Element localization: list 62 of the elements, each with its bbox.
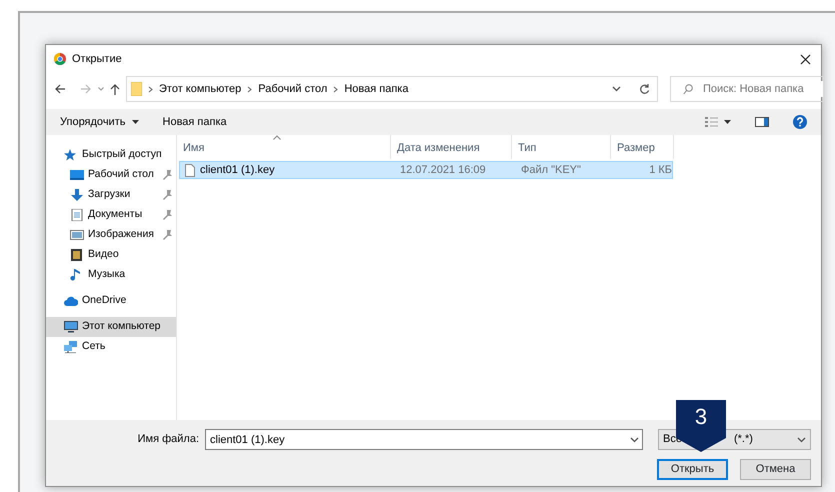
browser-logo-icon bbox=[54, 53, 66, 65]
pin-icon bbox=[163, 230, 172, 240]
dialog-title: Открытие bbox=[72, 52, 122, 67]
folder-icon bbox=[131, 82, 142, 96]
back-arrow-icon[interactable] bbox=[54, 84, 66, 94]
step-number: 3 bbox=[694, 406, 708, 428]
star-icon bbox=[64, 149, 78, 161]
chevron-icon bbox=[247, 86, 252, 92]
sidebar-item[interactable]: OneDrive bbox=[46, 291, 176, 311]
file-size: 1 КБ bbox=[648, 162, 672, 178]
address-bar[interactable]: Этот компьютер Рабочий стол Новая папка bbox=[126, 76, 658, 102]
search-icon bbox=[683, 84, 693, 94]
filename-field[interactable]: client01 (1).key bbox=[205, 429, 643, 450]
chevron-icon bbox=[148, 86, 153, 92]
file-row[interactable]: client01 (1).key 12.07.2021 16:09 Файл "KEY" 1 КБ bbox=[179, 161, 673, 179]
sidebar-item[interactable]: Изображения bbox=[46, 225, 176, 245]
help-icon[interactable] bbox=[793, 115, 807, 129]
dropdown-caret-icon bbox=[797, 436, 806, 442]
sidebar-item[interactable]: Сеть bbox=[46, 337, 176, 357]
cancel-button[interactable]: Отмена bbox=[740, 459, 811, 480]
close-icon[interactable] bbox=[800, 54, 811, 64]
computer-icon bbox=[64, 321, 78, 333]
film-icon bbox=[70, 249, 84, 261]
search-field[interactable]: Поиск: Новая папка bbox=[670, 76, 824, 102]
pin-icon bbox=[163, 170, 172, 180]
breadcrumb-item[interactable]: Рабочий стол bbox=[258, 80, 328, 98]
sidebar-item[interactable]: Этот компьютер bbox=[46, 317, 176, 337]
column-header[interactable]: Дата изменения bbox=[391, 135, 512, 159]
caret-icon bbox=[132, 120, 139, 124]
breadcrumb-item[interactable]: Этот компьютер bbox=[159, 80, 242, 98]
sidebar-item[interactable]: Музыка bbox=[46, 265, 176, 285]
sidebar-item[interactable]: Рабочий стол bbox=[46, 165, 176, 185]
network-icon bbox=[64, 341, 78, 353]
monitor-icon bbox=[70, 169, 84, 181]
pin-icon bbox=[163, 190, 172, 200]
document-icon bbox=[70, 209, 84, 221]
column-header[interactable]: Размер bbox=[611, 135, 674, 159]
dropdown-caret-icon[interactable] bbox=[612, 86, 621, 92]
sidebar-item[interactable]: Быстрый доступ bbox=[46, 145, 176, 165]
sidebar-item[interactable]: Видео bbox=[46, 245, 176, 265]
preview-pane-icon[interactable] bbox=[755, 117, 769, 127]
sidebar-item[interactable]: Загрузки bbox=[46, 185, 176, 205]
down-arrow-icon bbox=[70, 189, 84, 201]
pin-icon bbox=[163, 210, 172, 220]
file-type: Файл "KEY" bbox=[520, 162, 582, 178]
column-header[interactable]: Тип bbox=[512, 135, 611, 159]
up-arrow-icon[interactable] bbox=[110, 83, 120, 95]
new-folder-button[interactable]: Новая папка bbox=[162, 114, 227, 130]
file-icon bbox=[185, 164, 195, 176]
file-date: 12.07.2021 16:09 bbox=[399, 162, 487, 178]
cloud-icon bbox=[64, 295, 78, 307]
refresh-icon[interactable] bbox=[639, 83, 650, 95]
column-header[interactable]: Имя bbox=[177, 135, 391, 159]
filename-label: Имя файла: bbox=[138, 432, 199, 448]
view-options-icon[interactable] bbox=[705, 117, 731, 127]
organize-menu[interactable]: Упорядочить bbox=[60, 114, 139, 130]
file-name: client01 (1).key bbox=[200, 162, 275, 178]
chevron-icon bbox=[333, 86, 338, 92]
breadcrumb-item[interactable]: Новая папка bbox=[344, 80, 408, 98]
open-button[interactable]: Открыть bbox=[657, 459, 728, 480]
image-icon bbox=[70, 229, 84, 241]
sidebar-item[interactable]: Документы bbox=[46, 205, 176, 225]
